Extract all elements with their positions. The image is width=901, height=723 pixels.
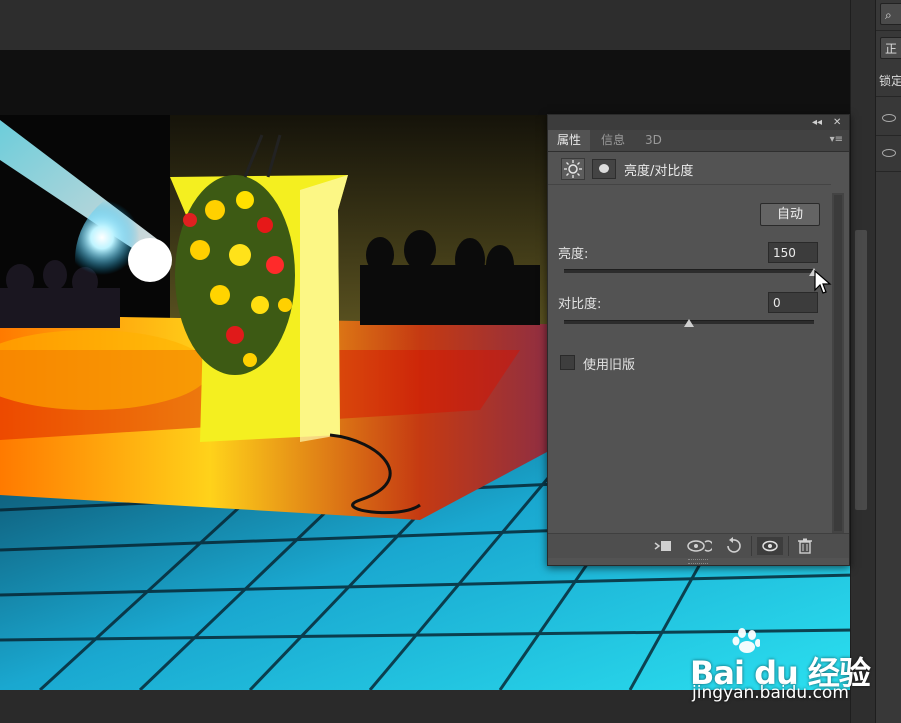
- panel-scrollbar[interactable]: [832, 193, 844, 533]
- footer-divider: [751, 536, 752, 556]
- panel-title-bar[interactable]: ◂◂ ✕: [548, 115, 849, 130]
- panel-scrollbar-thumb[interactable]: [834, 195, 842, 531]
- brightness-input[interactable]: 150: [768, 242, 818, 263]
- view-previous-state-icon[interactable]: [686, 537, 714, 555]
- dock-divider: [876, 135, 901, 136]
- options-bar-area: [0, 0, 855, 50]
- contrast-label: 对比度:: [558, 297, 602, 312]
- visibility-eye-icon[interactable]: [757, 537, 783, 555]
- search-icon[interactable]: ⌕: [880, 3, 901, 25]
- mask-dot: [599, 164, 609, 173]
- panel-footer: [548, 533, 849, 558]
- dock-divider: [876, 171, 901, 172]
- mouse-cursor-icon: [814, 270, 832, 294]
- dock-divider: [876, 30, 901, 31]
- adjustment-title: 亮度/对比度: [624, 164, 694, 179]
- watermark-url: jingyan.baidu.com: [692, 683, 849, 703]
- scrollbar-thumb[interactable]: [855, 230, 867, 510]
- contrast-input[interactable]: 0: [768, 292, 818, 313]
- brightness-label: 亮度:: [558, 247, 589, 262]
- collapse-panel-icon[interactable]: ◂◂: [812, 115, 822, 130]
- tab-info[interactable]: 信息: [592, 130, 634, 151]
- legacy-checkbox-label: 使用旧版: [583, 358, 636, 373]
- blend-mode-button[interactable]: 正: [880, 37, 901, 59]
- close-panel-icon[interactable]: ✕: [833, 115, 841, 130]
- tab-3d[interactable]: 3D: [636, 130, 671, 151]
- brightness-slider-track[interactable]: [564, 269, 814, 273]
- layer-mask-icon[interactable]: [592, 159, 616, 179]
- dock-divider: [876, 96, 901, 97]
- trash-icon[interactable]: [794, 537, 816, 555]
- properties-panel: ◂◂ ✕ 属性 信息 3D ▾≡ 亮度/对比度 自动 亮度: 150 对比度: …: [547, 114, 850, 566]
- adjustment-header: 亮度/对比度: [548, 152, 831, 185]
- auto-button[interactable]: 自动: [760, 203, 820, 226]
- canvas-vertical-scrollbar[interactable]: [850, 0, 875, 723]
- panel-resize-grip[interactable]: [688, 559, 708, 564]
- layer-visibility-eye-icon[interactable]: [882, 149, 896, 157]
- layers-dock: ⌕ 正 锁定: [875, 0, 901, 723]
- tab-properties[interactable]: 属性: [548, 130, 591, 151]
- panel-menu-icon[interactable]: ▾≡: [830, 134, 843, 145]
- brightness-sun-icon[interactable]: [561, 158, 585, 180]
- clip-to-layer-icon[interactable]: [652, 537, 674, 555]
- lock-label: 锁定: [879, 74, 901, 88]
- reset-icon[interactable]: [722, 537, 744, 555]
- contrast-slider-thumb[interactable]: [684, 319, 694, 327]
- legacy-checkbox[interactable]: [560, 355, 575, 370]
- footer-divider: [788, 536, 789, 556]
- layer-visibility-eye-icon[interactable]: [882, 114, 896, 122]
- panel-tabs: 属性 信息 3D ▾≡: [548, 130, 849, 152]
